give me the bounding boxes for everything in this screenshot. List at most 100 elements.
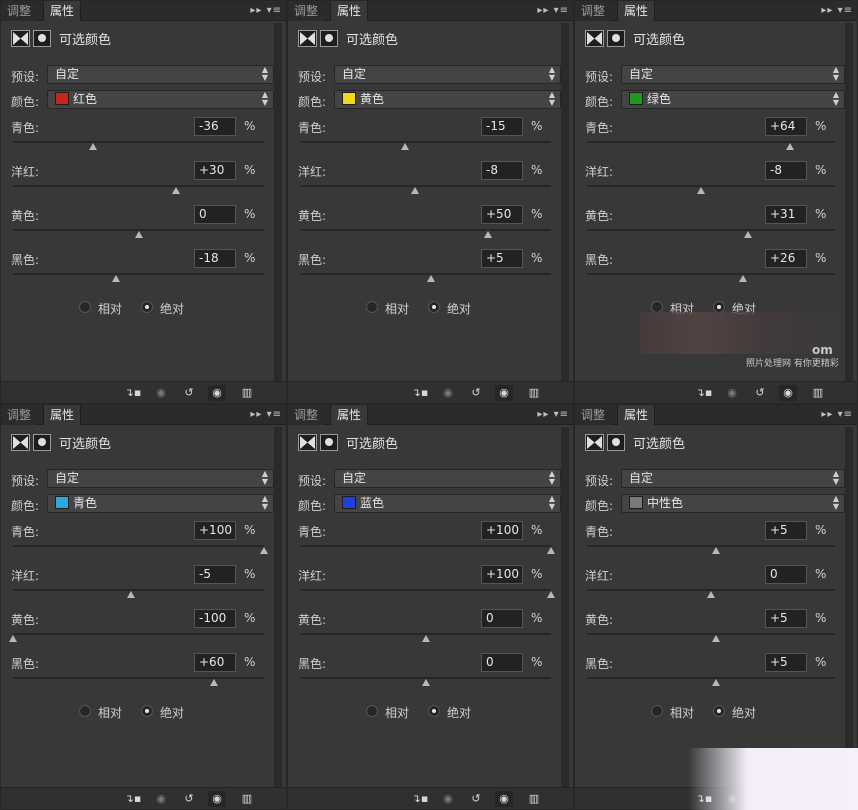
mask-icon[interactable]	[320, 434, 338, 451]
cyan-slider-track[interactable]	[13, 141, 264, 143]
preset-dropdown[interactable]: 自定 ▲ ▼	[334, 469, 561, 488]
magenta-slider-thumb[interactable]	[411, 187, 420, 194]
color-dropdown[interactable]: 红色 ▲ ▼	[47, 90, 274, 109]
radio-dot[interactable]	[428, 705, 440, 717]
adjustment-layer-icon[interactable]	[11, 30, 30, 47]
black-slider-track[interactable]	[300, 273, 551, 275]
magenta-value-input[interactable]: -8	[481, 161, 523, 180]
color-dropdown[interactable]: 青色 ▲ ▼	[47, 494, 274, 513]
cyan-slider-track[interactable]	[300, 141, 551, 143]
panel-menu-icon[interactable]: ▸▸ ▾≡	[821, 1, 853, 21]
visibility-eye-icon[interactable]: ◉	[208, 385, 226, 401]
yellow-slider-thumb[interactable]	[134, 231, 143, 238]
radio-dot[interactable]	[651, 705, 663, 717]
radio-dot[interactable]	[713, 705, 725, 717]
cyan-slider-track[interactable]	[300, 545, 551, 547]
adjustment-layer-icon[interactable]	[298, 30, 317, 47]
panel-menu-icon[interactable]: ▸▸ ▾≡	[821, 405, 853, 425]
trash-icon[interactable]: ▥	[809, 385, 827, 401]
mask-icon[interactable]	[33, 434, 51, 451]
panel-menu-icon[interactable]: ▸▸ ▾≡	[537, 1, 569, 21]
yellow-slider-thumb[interactable]	[484, 231, 493, 238]
yellow-slider-thumb[interactable]	[421, 635, 430, 642]
black-slider-track[interactable]	[13, 273, 264, 275]
yellow-slider-thumb[interactable]	[9, 635, 17, 642]
adjustment-layer-icon[interactable]	[585, 434, 604, 451]
tab-properties[interactable]: 属性	[617, 405, 656, 425]
black-slider-thumb[interactable]	[711, 679, 720, 686]
mask-icon[interactable]	[320, 30, 338, 47]
magenta-slider-thumb[interactable]	[707, 591, 715, 598]
magenta-slider-track[interactable]	[300, 185, 551, 187]
tab-adjustments[interactable]: 调整	[575, 405, 612, 425]
view-previous-icon[interactable]: ◉	[439, 385, 457, 401]
trash-icon[interactable]: ▥	[525, 385, 543, 401]
magenta-value-input[interactable]: +30	[194, 161, 236, 180]
yellow-slider-thumb[interactable]	[744, 231, 753, 238]
black-value-input[interactable]: +5	[481, 249, 523, 268]
cyan-slider-track[interactable]	[587, 141, 835, 143]
black-value-input[interactable]: -18	[194, 249, 236, 268]
tab-adjustments[interactable]: 调整	[575, 1, 612, 21]
cyan-slider-thumb[interactable]	[547, 547, 555, 554]
panel-menu-icon[interactable]: ▸▸ ▾≡	[537, 405, 569, 425]
magenta-value-input[interactable]: -5	[194, 565, 236, 584]
adjustment-layer-icon[interactable]	[585, 30, 604, 47]
cyan-slider-track[interactable]	[13, 545, 264, 547]
preset-dropdown[interactable]: 自定 ▲ ▼	[47, 469, 274, 488]
magenta-value-input[interactable]: -8	[765, 161, 807, 180]
trash-icon[interactable]: ▥	[525, 791, 543, 807]
magenta-slider-thumb[interactable]	[547, 591, 555, 598]
preset-dropdown[interactable]: 自定 ▲ ▼	[621, 469, 845, 488]
panel-scrollbar[interactable]	[561, 427, 569, 787]
radio-dot[interactable]	[428, 301, 440, 313]
black-slider-thumb[interactable]	[209, 679, 218, 686]
clip-to-layer-icon[interactable]: ↴▪	[695, 385, 713, 401]
view-previous-icon[interactable]: ◉	[723, 385, 741, 401]
radio-dot[interactable]	[141, 705, 153, 717]
black-slider-thumb[interactable]	[421, 679, 430, 686]
cyan-slider-thumb[interactable]	[711, 547, 720, 554]
panel-scrollbar[interactable]	[274, 427, 282, 787]
yellow-value-input[interactable]: -100	[194, 609, 236, 628]
yellow-value-input[interactable]: +50	[481, 205, 523, 224]
tab-properties[interactable]: 属性	[330, 405, 369, 425]
cyan-slider-thumb[interactable]	[786, 143, 795, 150]
yellow-value-input[interactable]: 0	[194, 205, 236, 224]
yellow-value-input[interactable]: +31	[765, 205, 807, 224]
radio-dot[interactable]	[366, 301, 378, 313]
tab-properties[interactable]: 属性	[330, 1, 369, 21]
magenta-slider-thumb[interactable]	[172, 187, 181, 194]
view-previous-icon[interactable]: ◉	[152, 791, 170, 807]
magenta-slider-track[interactable]	[587, 185, 835, 187]
magenta-slider-thumb[interactable]	[697, 187, 706, 194]
mask-icon[interactable]	[607, 30, 625, 47]
tab-properties[interactable]: 属性	[43, 1, 82, 21]
magenta-slider-track[interactable]	[13, 185, 264, 187]
yellow-slider-thumb[interactable]	[711, 635, 720, 642]
black-value-input[interactable]: +26	[765, 249, 807, 268]
reset-icon[interactable]: ↺	[751, 385, 769, 401]
preset-dropdown[interactable]: 自定 ▲ ▼	[47, 65, 274, 84]
cyan-value-input[interactable]: +64	[765, 117, 807, 136]
panel-menu-icon[interactable]: ▸▸ ▾≡	[250, 405, 282, 425]
panel-scrollbar[interactable]	[845, 427, 853, 787]
yellow-slider-track[interactable]	[13, 633, 264, 635]
black-value-input[interactable]: 0	[481, 653, 523, 672]
tab-properties[interactable]: 属性	[617, 1, 656, 21]
tab-adjustments[interactable]: 调整	[1, 405, 38, 425]
reset-icon[interactable]: ↺	[180, 791, 198, 807]
tab-properties[interactable]: 属性	[43, 405, 82, 425]
cyan-value-input[interactable]: +100	[194, 521, 236, 540]
adjustment-layer-icon[interactable]	[298, 434, 317, 451]
radio-dot[interactable]	[79, 705, 91, 717]
color-dropdown[interactable]: 黄色 ▲ ▼	[334, 90, 561, 109]
color-dropdown[interactable]: 蓝色 ▲ ▼	[334, 494, 561, 513]
cyan-slider-thumb[interactable]	[89, 143, 98, 150]
panel-scrollbar[interactable]	[274, 23, 282, 381]
reset-icon[interactable]: ↺	[467, 385, 485, 401]
cyan-value-input[interactable]: +5	[765, 521, 807, 540]
yellow-value-input[interactable]: +5	[765, 609, 807, 628]
panel-menu-icon[interactable]: ▸▸ ▾≡	[250, 1, 282, 21]
clip-to-layer-icon[interactable]: ↴▪	[124, 791, 142, 807]
